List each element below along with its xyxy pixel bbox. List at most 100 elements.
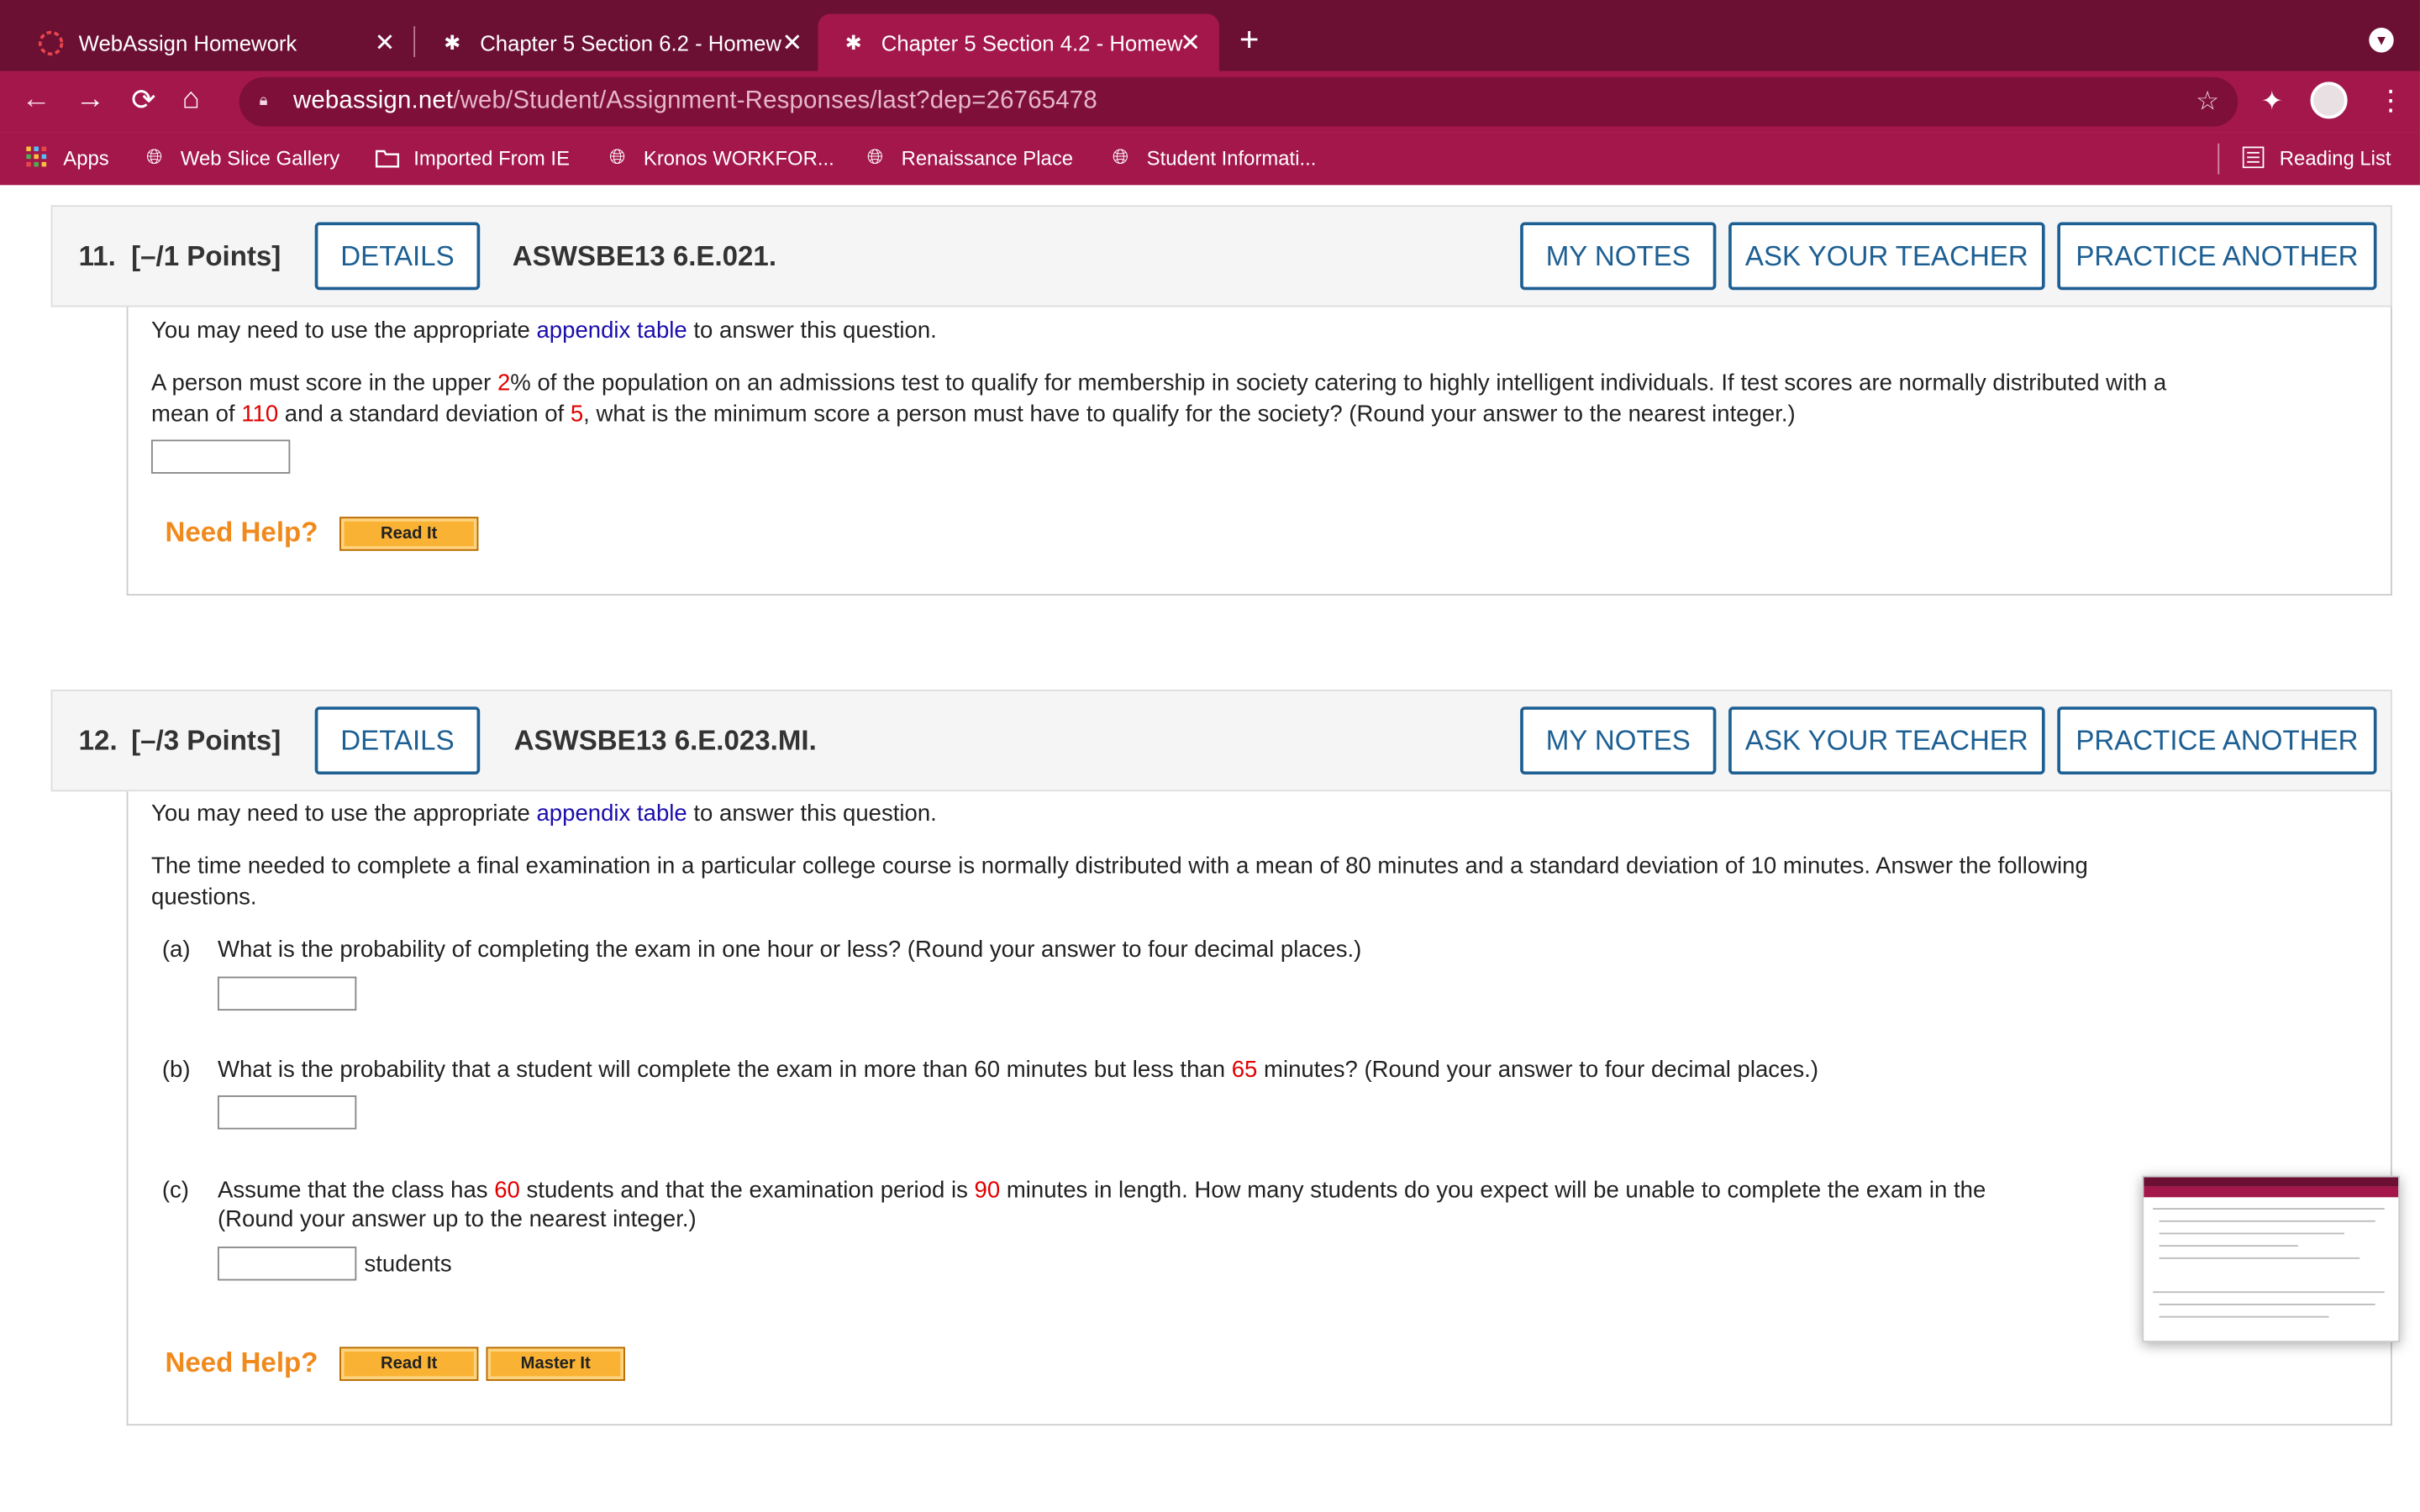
folder-icon: [375, 145, 400, 170]
forward-arrow-icon[interactable]: →: [76, 83, 105, 117]
tab-webassign-homework[interactable]: WebAssign Homework ✕: [15, 14, 413, 71]
bookmarks-bar: Apps 🌐︎ Web Slice Gallery Imported From …: [0, 132, 2420, 186]
address-bar[interactable]: 🔒︎ webassign.net/web/Student/Assignment-…: [239, 76, 2238, 127]
details-button[interactable]: DETAILS: [314, 706, 481, 775]
part-c-text-line2: (Round your answer up to the nearest int…: [217, 1206, 697, 1233]
question-11-text: A person must score in the upper 2% of t…: [151, 369, 2389, 400]
url-path: /web/Student/Assignment-Responses/last?d…: [453, 87, 1097, 114]
appendix-post: to answer this question.: [687, 318, 937, 344]
new-tab-plus-icon[interactable]: +: [1239, 20, 1260, 60]
need-help-label: Need Help?: [165, 1347, 318, 1378]
thumb-toolbar: [2144, 1186, 2399, 1198]
question-12-body: [126, 791, 2392, 1426]
read-it-button[interactable]: Read It: [339, 1347, 479, 1381]
thumb-line: [2159, 1220, 2375, 1222]
appendix-table-link[interactable]: appendix table: [536, 318, 687, 344]
question-number: 12.: [78, 725, 118, 756]
close-icon[interactable]: ✕: [1180, 28, 1201, 59]
part-c-answer-input[interactable]: [217, 1247, 357, 1281]
q11-sd-value: 5: [570, 401, 584, 428]
q11-text-4: and a standard deviation of: [278, 401, 571, 428]
question-code: ASWSBE13 6.E.023.MI.: [513, 725, 817, 756]
part-c-unit: students: [364, 1251, 452, 1278]
part-b-text-1: What is the probability that a student w…: [217, 1057, 1232, 1084]
practice-another-button[interactable]: PRACTICE ANOTHER: [2057, 222, 2377, 291]
tab-chapter5-section42[interactable]: ✱ Chapter 5 Section 4.2 - Homew ✕: [818, 13, 1219, 71]
bookmark-star-icon[interactable]: ☆: [2196, 87, 2219, 118]
question-points: [–/1 Points]: [131, 240, 281, 272]
url-text: webassign.net/web/Student/Assignment-Res…: [293, 88, 1097, 116]
thumb-line: [2159, 1304, 2375, 1305]
globe-icon: 🌐︎: [1112, 144, 1129, 169]
appendix-table-link[interactable]: appendix table: [536, 801, 687, 827]
part-a-label: (a): [161, 936, 191, 963]
bookmark-renaissance-place[interactable]: 🌐︎ Renaissance Place: [863, 145, 1073, 170]
part-c-text-3: minutes in length. How many students do …: [1000, 1177, 1986, 1204]
question-number: 11.: [78, 240, 116, 272]
q11-text-2: % of the population on an admissions tes…: [510, 370, 2167, 397]
thumb-line: [2153, 1291, 2385, 1294]
q11-answer-input[interactable]: [150, 439, 291, 474]
tab-title: Chapter 5 Section 4.2 - Homew: [881, 29, 1183, 55]
appendix-post: to answer this question.: [687, 801, 937, 827]
tab-search-chevron-icon[interactable]: ▼: [2369, 28, 2394, 53]
bookmark-student-information[interactable]: 🌐︎ Student Informati...: [1108, 145, 1317, 170]
browser-toolbar: ← → ⟳ ⌂ 🔒︎ webassign.net/web/Student/Ass…: [0, 71, 2420, 133]
ask-your-teacher-button[interactable]: ASK YOUR TEACHER: [1728, 222, 2045, 291]
bookmark-label: Kronos WORKFOR...: [643, 145, 834, 170]
q11-text-3: mean of: [150, 401, 242, 428]
part-c-text-1: Assume that the class has: [217, 1177, 495, 1204]
my-notes-button[interactable]: MY NOTES: [1520, 222, 1717, 291]
details-button[interactable]: DETAILS: [314, 222, 481, 291]
reading-list-button[interactable]: Reading List: [2241, 145, 2391, 170]
appendix-note: You may need to use the appropriate appe…: [151, 317, 937, 348]
bookmark-web-slice-gallery[interactable]: 🌐︎ Web Slice Gallery: [142, 145, 339, 170]
profile-avatar[interactable]: [2310, 81, 2348, 119]
back-arrow-icon[interactable]: ←: [22, 83, 51, 117]
read-it-button[interactable]: Read It: [339, 517, 479, 551]
thumb-line: [2159, 1315, 2329, 1318]
bookmark-imported-from-ie[interactable]: Imported From IE: [375, 145, 570, 170]
apps-grid-icon: [24, 145, 49, 170]
browser-menu-icon[interactable]: ⋮: [2377, 85, 2405, 118]
question-12-intro: The time needed to complete a final exam…: [150, 853, 2088, 879]
my-notes-button[interactable]: MY NOTES: [1520, 706, 1717, 775]
globe-icon: 🌐︎: [146, 144, 163, 169]
ask-your-teacher-button[interactable]: ASK YOUR TEACHER: [1728, 706, 2045, 775]
part-a-answer-input[interactable]: [217, 976, 357, 1011]
globe-icon: 🌐︎: [866, 144, 883, 169]
question-points: [–/3 Points]: [131, 725, 281, 756]
need-help-label: Need Help?: [165, 517, 318, 549]
bookmark-label: Renaissance Place: [901, 145, 1074, 170]
tab-separator: [413, 26, 416, 57]
master-it-button[interactable]: Master It: [486, 1347, 625, 1381]
bookmark-apps[interactable]: Apps: [24, 145, 109, 170]
part-b-value: 65: [1231, 1057, 1258, 1084]
tab-title: Chapter 5 Section 6.2 - Homew: [480, 29, 781, 55]
part-c-label: (c): [161, 1177, 189, 1204]
question-12-intro-line2: questions.: [150, 884, 257, 911]
bookmark-kronos[interactable]: 🌐︎ Kronos WORKFOR...: [605, 145, 834, 170]
webassign-icon: [37, 29, 65, 56]
tab-title: WebAssign Homework: [78, 29, 297, 55]
reload-icon[interactable]: ⟳: [131, 83, 155, 118]
q11-mean-value: 110: [241, 401, 279, 428]
part-c-text-2: students and that the examination period…: [519, 1177, 975, 1204]
webassign-mascot-icon: ✱: [844, 29, 862, 54]
home-icon[interactable]: ⌂: [182, 83, 200, 117]
appendix-pre: You may need to use the appropriate: [150, 801, 537, 827]
practice-another-button[interactable]: PRACTICE ANOTHER: [2057, 706, 2377, 775]
part-b-label: (b): [161, 1057, 191, 1084]
part-a-text: What is the probability of completing th…: [217, 936, 1362, 963]
reading-list-label: Reading List: [2279, 145, 2391, 170]
question-11-body: [126, 307, 2392, 596]
q11-text-1: A person must score in the upper: [150, 370, 497, 397]
close-icon[interactable]: ✕: [375, 28, 396, 59]
part-b-answer-input[interactable]: [217, 1095, 357, 1130]
tab-chapter5-section62[interactable]: ✱ Chapter 5 Section 6.2 - Homew ✕: [417, 14, 821, 71]
part-b-text-2: minutes? (Round your answer to four deci…: [1257, 1057, 1819, 1084]
extensions-puzzle-icon[interactable]: ✦: [2261, 87, 2283, 118]
thumb-line: [2153, 1208, 2385, 1210]
screenshot-thumbnail[interactable]: [2142, 1175, 2401, 1342]
close-icon[interactable]: ✕: [781, 28, 802, 59]
